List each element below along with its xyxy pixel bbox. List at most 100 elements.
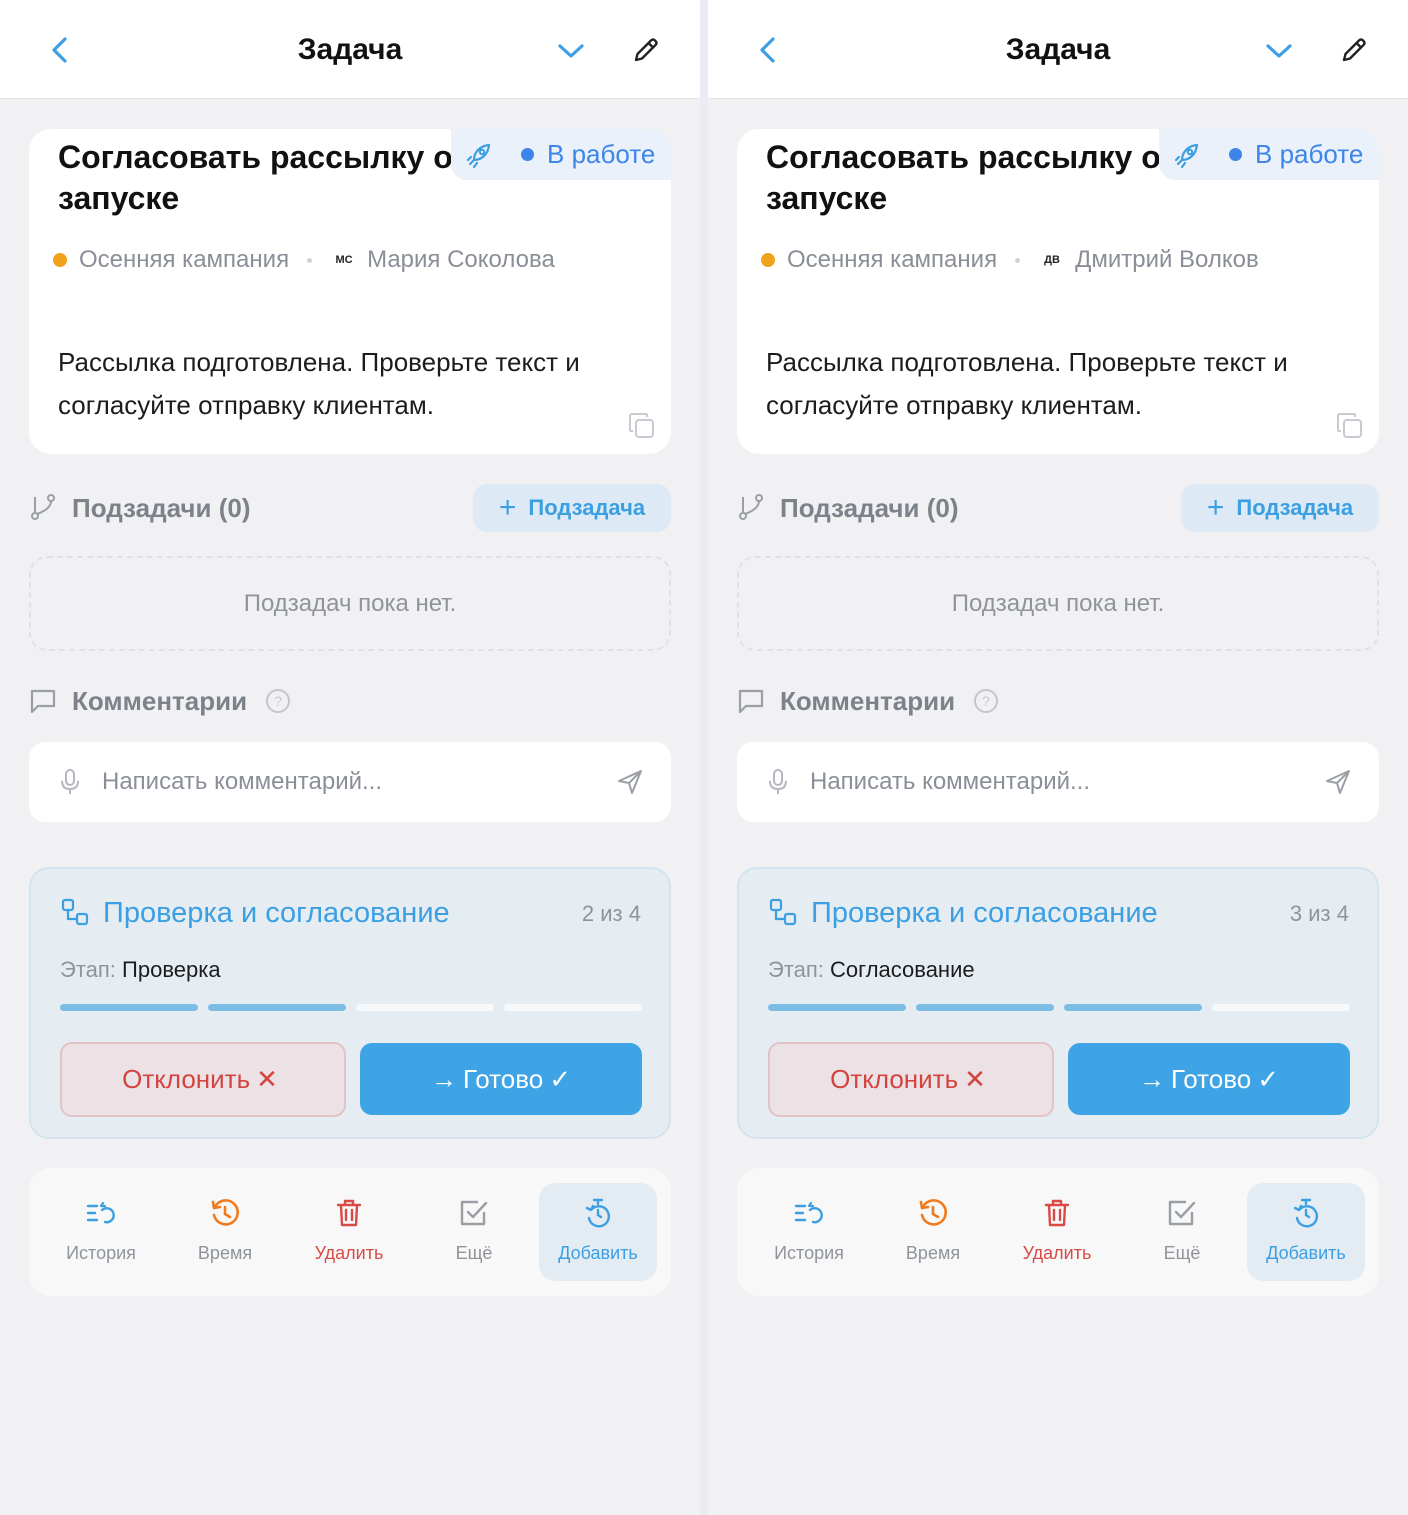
copy-icon[interactable] — [1335, 411, 1365, 441]
time-label: Время — [905, 1243, 961, 1263]
progress-segment — [768, 1004, 906, 1011]
project-color-dot — [761, 253, 775, 267]
workflow-step-count: 2 из 4 — [581, 901, 641, 926]
action-bar: История Время Удалить Ещё Добавить — [737, 1168, 1379, 1296]
status-dot — [1229, 148, 1242, 161]
copy-icon[interactable] — [627, 411, 657, 441]
more-label: Ещё — [1163, 1243, 1201, 1263]
microphone-icon[interactable] — [765, 768, 791, 796]
comment-input[interactable] — [810, 760, 1310, 804]
progress-segment — [1064, 1004, 1202, 1011]
delete-button[interactable]: Удалить — [998, 1183, 1116, 1281]
pencil-icon — [1342, 38, 1366, 62]
add-time-label: Добавить — [558, 1243, 638, 1263]
collapse-button[interactable] — [552, 32, 590, 70]
task-title: Согласовать рассылку о запуске — [766, 139, 1161, 216]
subtasks-empty-state: Подзадач пока нет. — [29, 556, 671, 651]
svg-text:?: ? — [982, 693, 990, 709]
add-time-button[interactable]: Добавить — [1247, 1183, 1365, 1281]
project-name[interactable]: Осенняя кампания — [79, 246, 289, 274]
workflow-title[interactable]: Проверка и согласование — [103, 897, 450, 930]
avatar: ДВ — [1040, 248, 1065, 272]
progress-segment — [356, 1004, 494, 1011]
done-button[interactable]: → Готово ✓ — [1068, 1043, 1350, 1115]
clock-history-icon — [211, 1199, 239, 1226]
stage-line: Этап: Согласование — [768, 957, 975, 983]
more-button[interactable]: Ещё — [1123, 1183, 1241, 1281]
send-icon[interactable] — [1323, 767, 1353, 797]
done-button[interactable]: → Готово ✓ — [360, 1043, 642, 1115]
delete-button[interactable]: Удалить — [290, 1183, 408, 1281]
top-bar: Задача — [0, 0, 700, 99]
subtasks-title: Подзадачи (0) — [780, 493, 959, 523]
comment-composer — [29, 742, 671, 822]
timer-add-icon — [585, 1198, 611, 1228]
meta-separator — [1015, 257, 1021, 263]
workflow-title[interactable]: Проверка и согласование — [811, 897, 1158, 930]
history-label: История — [66, 1243, 136, 1263]
more-label: Ещё — [455, 1243, 493, 1263]
time-label: Время — [197, 1243, 253, 1263]
help-icon[interactable]: ? — [265, 688, 291, 714]
done-label: Готово — [462, 1063, 544, 1094]
add-subtask-button[interactable]: + Подзадача — [473, 484, 671, 532]
checkbox-icon — [460, 1200, 488, 1226]
meta-separator — [307, 257, 313, 263]
rocket-icon[interactable] — [1173, 140, 1203, 170]
progress-segment — [504, 1004, 642, 1011]
task-panel-left: Задача Согласовать рассылку о запуске В … — [0, 0, 700, 1515]
avatar: МС — [332, 248, 357, 272]
history-label: История — [774, 1243, 844, 1263]
more-button[interactable]: Ещё — [415, 1183, 533, 1281]
comments-title: Комментарии — [72, 686, 248, 716]
branch-icon — [739, 494, 763, 520]
assignee-name[interactable]: Дмитрий Волков — [1075, 246, 1259, 274]
assignee-name[interactable]: Мария Соколова — [367, 246, 555, 274]
task-card: Согласовать рассылку о запуске В работе … — [737, 129, 1379, 454]
time-button[interactable]: Время — [874, 1183, 992, 1281]
clock-history-icon — [919, 1199, 947, 1226]
status-chip[interactable]: В работе — [451, 129, 671, 180]
add-subtask-label: Подзадача — [528, 495, 646, 520]
close-icon: ✕ — [964, 1064, 986, 1094]
progress-segment — [916, 1004, 1054, 1011]
add-time-button[interactable]: Добавить — [539, 1183, 657, 1281]
collapse-button[interactable] — [1260, 32, 1298, 70]
edit-button[interactable] — [626, 30, 666, 70]
subtasks-header: Подзадачи (0) + Подзадача — [29, 484, 671, 532]
history-button[interactable]: История — [42, 1183, 160, 1281]
reject-button[interactable]: Отклонить ✕ — [768, 1042, 1054, 1117]
history-button[interactable]: История — [750, 1183, 868, 1281]
task-title: Согласовать рассылку о запуске — [58, 139, 453, 216]
chevron-down-icon — [1266, 44, 1292, 58]
project-name[interactable]: Осенняя кампания — [787, 246, 997, 274]
delete-label: Удалить — [314, 1243, 384, 1263]
stage-label: Этап: — [60, 957, 116, 982]
comment-input[interactable] — [102, 760, 602, 804]
comments-title: Комментарии — [780, 686, 956, 716]
checkbox-icon — [1168, 1200, 1196, 1226]
edit-button[interactable] — [1334, 30, 1374, 70]
delete-label: Удалить — [1022, 1243, 1092, 1263]
reject-button[interactable]: Отклонить ✕ — [60, 1042, 346, 1117]
check-icon: ✓ — [549, 1063, 572, 1094]
svg-text:?: ? — [274, 693, 282, 709]
send-icon[interactable] — [615, 767, 645, 797]
help-icon[interactable]: ? — [973, 688, 999, 714]
timer-add-icon — [1293, 1198, 1319, 1228]
check-icon: ✓ — [1257, 1063, 1280, 1094]
comment-icon — [30, 689, 56, 714]
add-subtask-button[interactable]: + Подзадача — [1181, 484, 1379, 532]
comments-header: Комментарии ? — [29, 684, 671, 718]
workflow-step-count: 3 из 4 — [1289, 901, 1349, 926]
microphone-icon[interactable] — [57, 768, 83, 796]
action-bar: История Время Удалить Ещё Добавить — [29, 1168, 671, 1296]
task-description: Рассылка подготовлена. Проверьте текст и… — [766, 347, 1288, 420]
subtasks-header: Подзадачи (0) + Подзадача — [737, 484, 1379, 532]
page-title: Задача — [297, 33, 403, 66]
status-chip[interactable]: В работе — [1159, 129, 1379, 180]
rocket-icon[interactable] — [465, 140, 495, 170]
done-label: Готово — [1170, 1063, 1252, 1094]
subtasks-empty-state: Подзадач пока нет. — [737, 556, 1379, 651]
time-button[interactable]: Время — [166, 1183, 284, 1281]
